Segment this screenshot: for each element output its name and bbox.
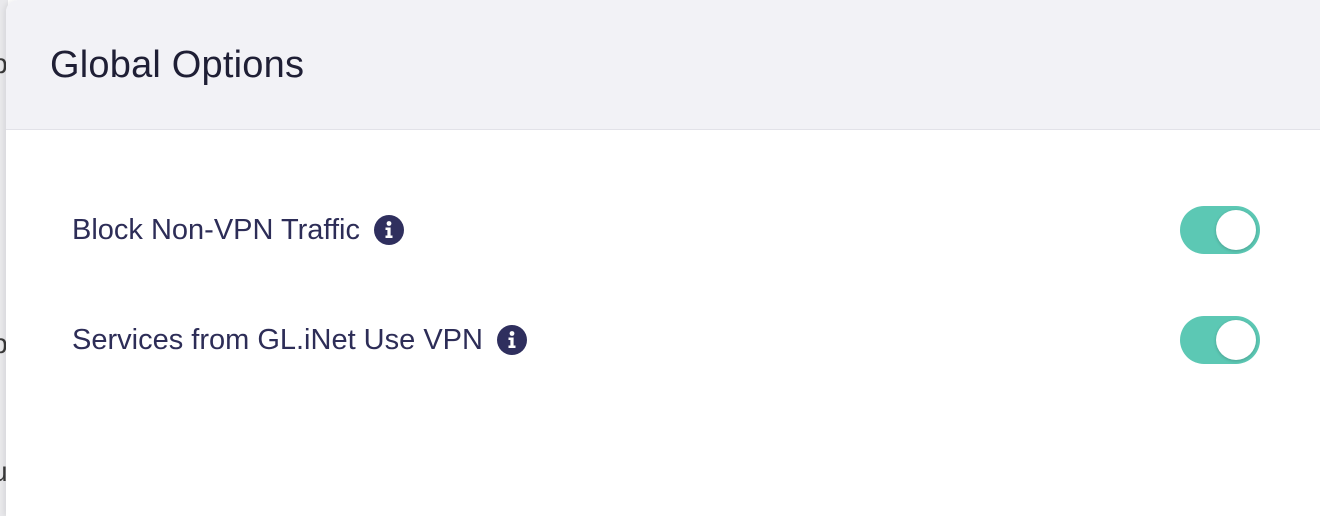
option-label: Services from GL.iNet Use VPN	[72, 323, 483, 356]
info-icon[interactable]	[373, 215, 404, 245]
toggle-knob	[1216, 210, 1256, 250]
option-row-services-use-vpn: Services from GL.iNet Use VPN	[72, 316, 1260, 364]
option-label: Block Non-VPN Traffic	[72, 213, 360, 246]
info-icon[interactable]	[496, 325, 527, 355]
toggle-knob	[1216, 320, 1256, 360]
global-options-dialog: Global Options Block Non-VPN Traffic Ser…	[6, 0, 1320, 516]
dialog-title: Global Options	[50, 44, 305, 86]
dialog-header: Global Options	[6, 0, 1320, 130]
block-non-vpn-traffic-toggle[interactable]	[1180, 206, 1260, 254]
services-use-vpn-toggle[interactable]	[1180, 316, 1260, 364]
option-row-block-non-vpn-traffic: Block Non-VPN Traffic	[72, 206, 1260, 254]
